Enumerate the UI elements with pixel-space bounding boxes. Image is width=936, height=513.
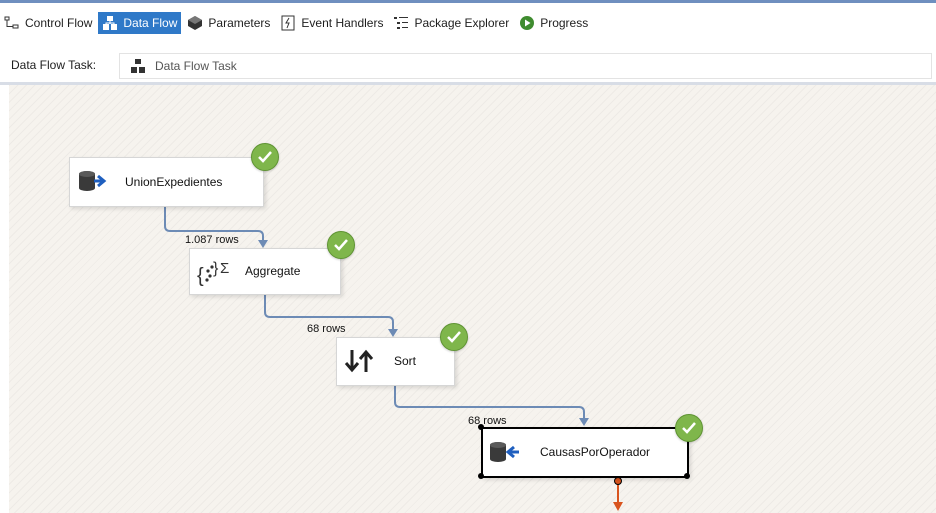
tab-label: Data Flow (123, 16, 178, 30)
resize-handle-bottom-right[interactable] (684, 473, 690, 479)
tab-progress[interactable]: Progress (515, 12, 592, 34)
svg-text:}: } (213, 260, 219, 277)
data-path-3-arrow (579, 418, 589, 426)
tab-event-handlers[interactable]: Event Handlers (276, 12, 387, 34)
data-flow-task-icon (130, 59, 146, 73)
component-label: Sort (394, 354, 417, 368)
tab-label: Event Handlers (301, 16, 384, 30)
data-flow-task-selector[interactable]: Data Flow Task (119, 53, 932, 79)
error-output-arrow (613, 502, 623, 511)
package-explorer-icon (393, 15, 409, 31)
path-row-count: 68 rows (468, 415, 507, 427)
resize-handle-top-left[interactable] (478, 424, 484, 430)
component-label: UnionExpedientes (125, 175, 223, 189)
component-aggregate[interactable]: {} Σ Aggregate (189, 248, 341, 295)
designer-tabs: Control Flow Data Flow Parameters Event … (0, 8, 936, 38)
error-output-connector[interactable] (614, 477, 622, 485)
component-label: Aggregate (245, 264, 301, 278)
tab-package-explorer[interactable]: Package Explorer (389, 12, 513, 34)
path-row-count: 68 rows (307, 323, 346, 335)
success-check-icon (251, 143, 279, 171)
tab-label: Control Flow (25, 16, 93, 30)
parameters-icon (187, 15, 203, 31)
aggregate-icon: {} Σ (196, 257, 238, 287)
data-flow-task-value: Data Flow Task (155, 59, 237, 73)
component-union-expedientes[interactable]: UnionExpedientes (69, 157, 264, 207)
success-check-icon (675, 414, 703, 442)
sort-icon (344, 349, 374, 373)
tab-control-flow[interactable]: Control Flow (0, 12, 96, 34)
tab-label: Progress (540, 16, 589, 30)
path-row-count: 1.087 rows (185, 234, 239, 246)
event-handlers-icon (280, 15, 296, 31)
component-causas-por-operador[interactable]: CausasPorOperador (481, 427, 689, 478)
window-top-border (0, 0, 936, 3)
data-paths (164, 206, 623, 511)
success-check-icon (440, 323, 468, 351)
control-flow-icon (4, 15, 20, 31)
tab-parameters[interactable]: Parameters (183, 12, 274, 34)
tab-label: Package Explorer (414, 16, 510, 30)
resize-handle-bottom-left[interactable] (478, 473, 484, 479)
component-sort[interactable]: Sort (336, 337, 455, 386)
tab-label: Parameters (208, 16, 271, 30)
design-surface[interactable]: 1.087 rows 68 rows 68 rows UnionExpedien… (9, 85, 936, 513)
data-flow-task-bar: Data Flow Task: Data Flow Task (0, 50, 936, 80)
success-check-icon (327, 231, 355, 259)
data-path-2-arrow (388, 329, 398, 337)
ole-db-source-icon (78, 170, 108, 192)
data-flow-task-label: Data Flow Task: (11, 58, 97, 72)
data-flow-icon (102, 15, 118, 31)
tab-data-flow[interactable]: Data Flow (98, 12, 182, 34)
data-path-1-arrow (258, 240, 268, 248)
ole-db-destination-icon (489, 440, 521, 464)
svg-text:{: { (197, 265, 204, 287)
svg-text:Σ: Σ (220, 260, 229, 277)
component-label: CausasPorOperador (540, 445, 651, 459)
progress-icon (519, 15, 535, 31)
